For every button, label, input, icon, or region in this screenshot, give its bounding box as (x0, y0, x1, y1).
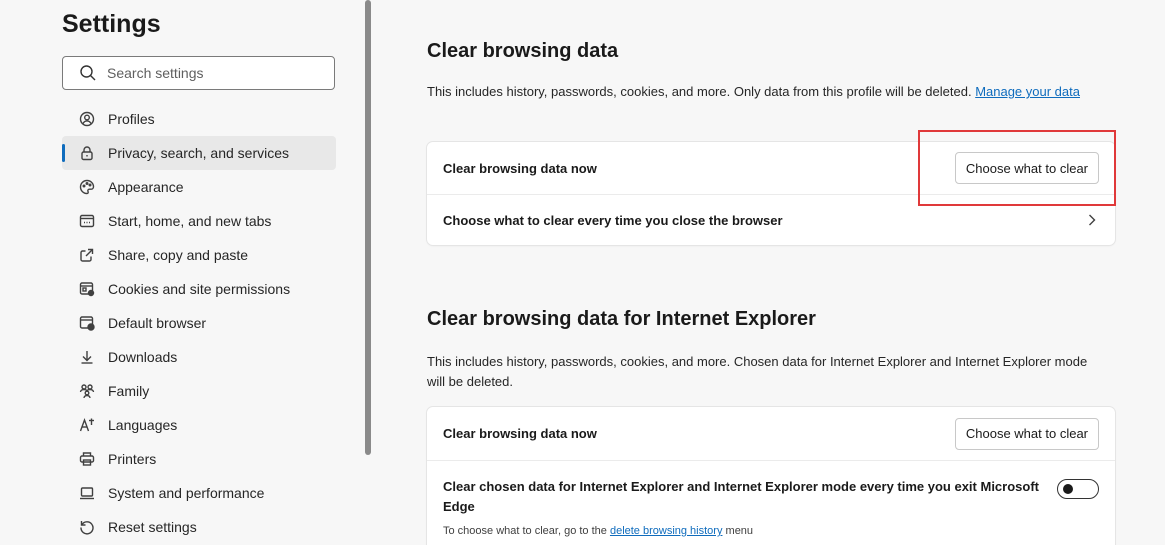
start-home-icon (78, 212, 96, 230)
sidebar-item-printers[interactable]: Printers (62, 442, 336, 476)
sidebar-item-label: Printers (108, 451, 157, 467)
sidebar-item-start-home[interactable]: Start, home, and new tabs (62, 204, 336, 238)
highlight-box (918, 130, 1116, 206)
main-content: Clear browsing data This includes histor… (400, 0, 1165, 545)
profile-icon (78, 110, 96, 128)
sidebar-item-label: Appearance (108, 179, 184, 195)
languages-icon (78, 416, 96, 434)
clear-ie-card: Clear browsing data now Choose what to c… (427, 407, 1115, 545)
clear-ie-note: To choose what to clear, go to the delet… (443, 525, 1043, 537)
sidebar-item-label: Start, home, and new tabs (108, 213, 272, 229)
sidebar-item-label: Downloads (108, 349, 178, 365)
family-icon (78, 382, 96, 400)
sidebar-item-label: Privacy, search, and services (108, 145, 290, 161)
description-text: This includes history, passwords, cookie… (427, 84, 972, 99)
search-box[interactable] (62, 56, 335, 90)
sidebar-item-cookies[interactable]: Cookies and site permissions (62, 272, 336, 306)
sidebar-nav: Profiles Privacy, search, and services A… (62, 102, 336, 544)
sidebar-item-system[interactable]: System and performance (62, 476, 336, 510)
sidebar-item-default-browser[interactable]: Default browser (62, 306, 336, 340)
clear-ie-on-exit-toggle[interactable] (1057, 479, 1099, 499)
sidebar-item-label: Languages (108, 417, 178, 433)
clear-ie-now-label: Clear browsing data now (443, 426, 597, 441)
clear-ie-on-exit-text: Clear chosen data for Internet Explorer … (443, 477, 1043, 537)
sidebar-item-appearance[interactable]: Appearance (62, 170, 336, 204)
sidebar-item-label: Cookies and site permissions (108, 281, 291, 297)
sidebar-item-label: Share, copy and paste (108, 247, 249, 263)
sidebar-item-downloads[interactable]: Downloads (62, 340, 336, 374)
sidebar-item-label: Family (108, 383, 150, 399)
sidebar-item-share[interactable]: Share, copy and paste (62, 238, 336, 272)
sidebar-item-label: Profiles (108, 111, 155, 127)
search-input[interactable] (107, 65, 327, 81)
clear-ie-on-exit-label: Clear chosen data for Internet Explorer … (443, 479, 1039, 514)
download-icon (78, 348, 96, 366)
cookies-icon (78, 280, 96, 298)
appearance-icon (78, 178, 96, 196)
manage-data-link[interactable]: Manage your data (975, 84, 1080, 99)
sidebar-item-languages[interactable]: Languages (62, 408, 336, 442)
reset-icon (78, 518, 96, 536)
clear-on-close-label: Choose what to clear every time you clos… (443, 212, 783, 228)
clear-ie-on-exit-row: Clear chosen data for Internet Explorer … (427, 460, 1115, 545)
section-description: This includes history, passwords, cookie… (427, 82, 1127, 102)
sidebar-item-label: Reset settings (108, 519, 197, 535)
page-title: Settings (62, 10, 161, 38)
clear-now-label: Clear browsing data now (443, 160, 597, 176)
sidebar-item-label: Default browser (108, 315, 207, 331)
sidebar: Settings Profiles Privacy, search, and s… (0, 0, 371, 545)
sidebar-item-family[interactable]: Family (62, 374, 336, 408)
default-browser-icon (78, 314, 96, 332)
lock-icon (78, 144, 96, 162)
sidebar-item-label: System and performance (108, 485, 265, 501)
chevron-right-icon (1089, 214, 1096, 226)
sidebar-item-profiles[interactable]: Profiles (62, 102, 336, 136)
clear-ie-now-row: Clear browsing data now Choose what to c… (427, 407, 1115, 460)
share-icon (78, 246, 96, 264)
section-description-ie: This includes history, passwords, cookie… (427, 354, 1088, 389)
printer-icon (78, 450, 96, 468)
laptop-icon (78, 484, 96, 502)
delete-browsing-history-link[interactable]: delete browsing history (610, 525, 723, 537)
section-title-clear-ie: Clear browsing data for Internet Explore… (427, 308, 816, 330)
note-prefix: To choose what to clear, go to the (443, 525, 607, 537)
choose-what-to-clear-ie-button[interactable]: Choose what to clear (954, 417, 1099, 450)
sidebar-item-reset[interactable]: Reset settings (62, 510, 336, 544)
section-title-clear-browsing: Clear browsing data (427, 40, 619, 62)
note-suffix: menu (725, 525, 754, 537)
sidebar-item-privacy[interactable]: Privacy, search, and services (62, 136, 336, 170)
search-icon (80, 65, 96, 81)
sidebar-scrollbar[interactable] (365, 0, 371, 455)
